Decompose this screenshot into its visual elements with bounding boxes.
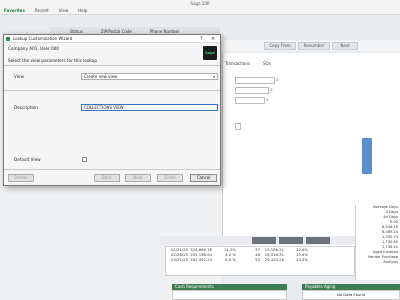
delete-button[interactable]: Delete	[8, 174, 34, 182]
background-field[interactable]	[235, 97, 265, 104]
dialog-titlebar[interactable]: Lookup Customization Wizard ? ×	[4, 35, 220, 43]
back-button[interactable]: Back	[94, 174, 120, 182]
background-checkbox[interactable]	[235, 123, 241, 130]
sos-label: SOs	[263, 61, 271, 66]
description-value: COLLECTIONS VIEW	[84, 105, 124, 110]
table-row[interactable]: 03/31/25 187,492.23 4.0 % 52 29,433.26 2…	[166, 257, 354, 262]
sage-logo-text: Sage	[205, 51, 215, 55]
menu-favorites[interactable]: Favorites	[4, 8, 25, 13]
description-input[interactable]: COLLECTIONS VIEW	[81, 104, 218, 111]
renumber-button[interactable]: Renumber	[298, 42, 330, 50]
instruction-text: Select the view parameters for this look…	[8, 58, 98, 63]
company-user-label: Company A01, User 000	[8, 46, 59, 51]
section-divider	[4, 90, 220, 91]
payables-aging-panel: No Data Found	[302, 290, 400, 300]
sage-logo: Sage	[203, 46, 217, 60]
view-select[interactable]: Create new view ▾	[81, 73, 218, 80]
column-status[interactable]: Status	[70, 29, 83, 34]
description-label: Description	[14, 105, 38, 110]
header-divider	[4, 65, 220, 66]
help-icon[interactable]: ?	[200, 35, 203, 43]
table-cell: 29,433.26	[264, 257, 284, 262]
view-select-value: Create new view	[84, 74, 118, 79]
table-cell: 23.4%	[295, 257, 308, 262]
background-data-table: 01/31/25 324,669.16 11.2% 37 15,156.21 1…	[165, 246, 355, 276]
finish-button[interactable]: Finish	[157, 174, 183, 182]
transactions-label: Transactions	[225, 61, 250, 66]
chevron-down-icon[interactable]: ▾	[213, 74, 215, 79]
table-cell: 52	[255, 257, 260, 262]
dialog-title: Lookup Customization Wizard	[13, 36, 73, 41]
default-view-label: Default View	[14, 157, 41, 162]
background-button[interactable]	[306, 237, 330, 244]
lookup-customization-dialog: Lookup Customization Wizard ? × Company …	[3, 34, 221, 186]
cash-requirements-panel	[172, 290, 287, 300]
cancel-button[interactable]: Cancel	[190, 174, 217, 182]
next-button[interactable]: Next	[125, 174, 151, 182]
background-field[interactable]	[235, 87, 269, 94]
search-icon[interactable]: ⌕	[276, 77, 279, 83]
search-icon[interactable]: ⌕	[270, 87, 273, 93]
app-title: Sage 100	[190, 1, 210, 6]
background-toolbar: Copy From Renumber Next	[222, 40, 400, 51]
sage-app-icon	[6, 37, 10, 41]
column-phone[interactable]: Phone Number	[150, 29, 180, 34]
table-cell: 4.0 %	[225, 257, 236, 262]
default-view-checkbox[interactable]	[82, 157, 87, 162]
view-label: View	[14, 74, 24, 79]
side-value: Vendor Purchase Analysis	[367, 255, 398, 264]
copy-from-button[interactable]: Copy From	[264, 42, 296, 50]
next-bg-button[interactable]: Next	[332, 42, 358, 50]
close-icon[interactable]: ×	[211, 35, 215, 43]
search-icon[interactable]: ⌕	[266, 97, 269, 103]
app-menu-bar: Favorites Recent View Help	[0, 7, 400, 15]
background-button[interactable]	[252, 237, 276, 244]
app-title-bar: Sage 100	[0, 0, 400, 7]
menu-help[interactable]: Help	[78, 8, 87, 13]
table-cell: 187,492.23	[190, 257, 212, 262]
table-cell: 03/31/25	[170, 257, 188, 262]
menu-recent[interactable]: Recent	[35, 8, 49, 13]
background-side-summary: Average Days 0 Days All Days 0.00 8,546.…	[355, 205, 400, 280]
background-field[interactable]	[235, 77, 275, 84]
column-zip[interactable]: ZIP/Postal Code	[101, 29, 132, 34]
footer-divider	[4, 169, 220, 170]
chart-bar	[362, 138, 372, 174]
background-button[interactable]	[279, 237, 303, 244]
menu-view[interactable]: View	[59, 8, 69, 13]
